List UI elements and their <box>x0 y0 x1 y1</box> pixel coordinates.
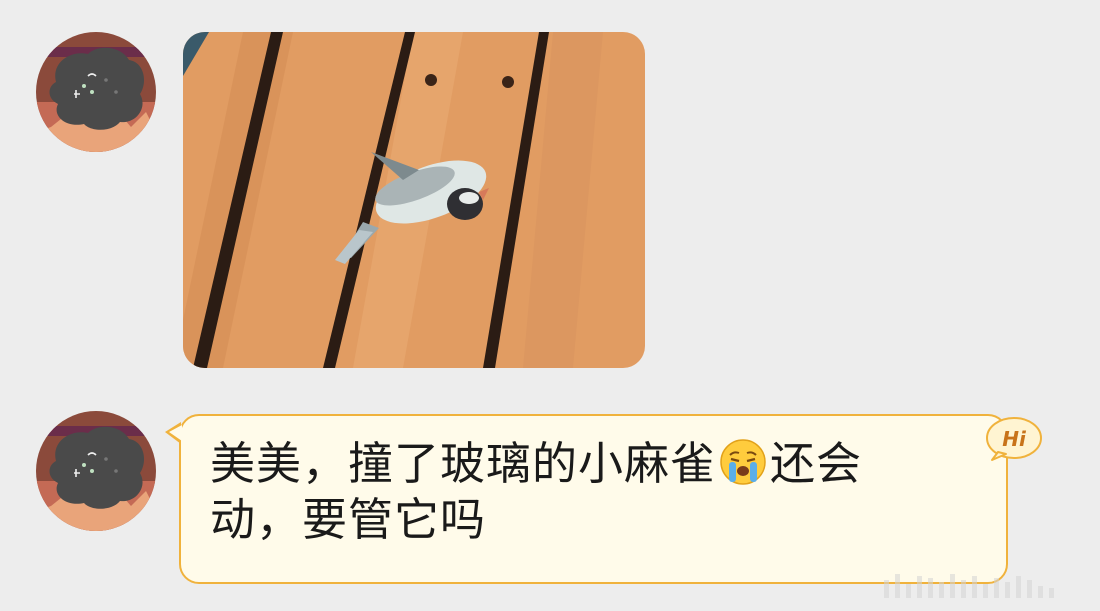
black-blob-avatar-icon <box>36 32 156 152</box>
bubble-tail-inner <box>169 425 182 441</box>
sender-avatar[interactable] <box>36 411 156 531</box>
watermark <box>884 574 1074 602</box>
message-text[interactable]: 美美，撞了玻璃的小麻雀 还会动，要管它吗 <box>210 436 930 548</box>
sender-avatar[interactable] <box>36 32 156 152</box>
sparrow-on-deck-image <box>183 32 645 368</box>
crying-face-emoji-icon <box>718 437 768 487</box>
message-text-part1: 美美，撞了玻璃的小麻雀 <box>210 437 717 490</box>
hi-sticker-badge <box>984 416 1044 462</box>
photo-message[interactable] <box>183 32 645 368</box>
black-blob-avatar-icon <box>36 411 156 531</box>
